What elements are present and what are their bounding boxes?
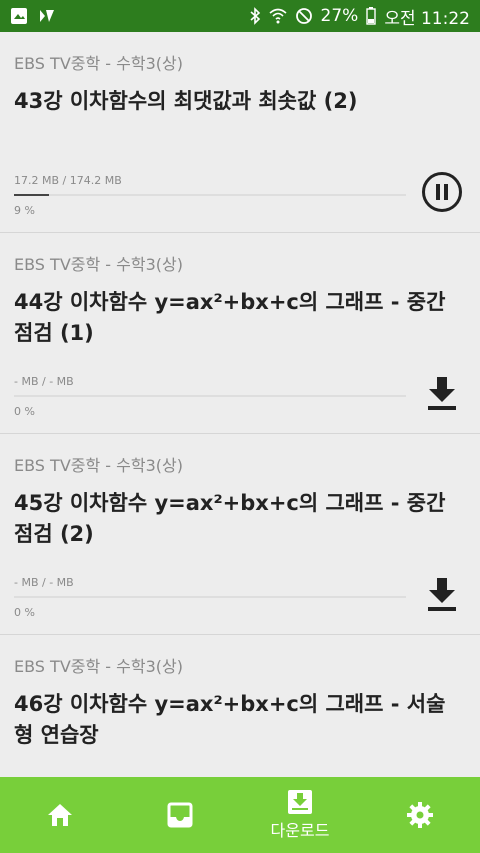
wifi-icon [268,8,287,24]
download-size: 17.2 MB / 174.2 MB [14,174,122,187]
photo-notification-icon [10,7,28,25]
progress-percent: 0 % [14,405,35,418]
download-button[interactable] [420,574,464,618]
list-item[interactable]: EBS TV중학 - 수학3(상) 43강 이차함수의 최댓값과 최솟값 (2)… [0,32,480,233]
bluetooth-icon [249,7,261,25]
settings-gear-icon [406,801,434,829]
status-right: 27% 오전 11:22 [249,4,470,29]
inbox-icon [167,802,193,828]
nav-settings[interactable] [360,777,480,853]
course-name: EBS TV중학 - 수학3(상) [14,657,183,676]
home-icon [46,802,74,828]
progress-bar [14,395,406,397]
pause-icon [421,171,463,217]
progress-percent: 0 % [14,606,35,619]
download-button[interactable] [420,373,464,417]
clock: 오전 11:22 [384,8,470,29]
nav-home[interactable] [0,777,120,853]
nav-inbox[interactable] [120,777,240,853]
nav-downloads-label: 다운로드 [270,821,330,840]
download-icon [426,576,458,616]
download-icon [426,375,458,415]
download-size: - MB / - MB [14,576,74,589]
battery-icon [366,7,377,25]
progress-bar [14,596,406,598]
download-list: EBS TV중학 - 수학3(상) 43강 이차함수의 최댓값과 최솟값 (2)… [0,32,480,779]
pause-button[interactable] [420,172,464,216]
app-notification-icon [38,7,56,25]
download-size: - MB / - MB [14,375,74,388]
battery-percent: 27% [320,6,359,26]
lecture-title: 44강 이차함수 y=ax²+bx+c의 그래프 - 중간점검 (1) [14,290,446,345]
bottom-navigation: 다운로드 [0,777,480,853]
course-name: EBS TV중학 - 수학3(상) [14,255,183,274]
status-left [10,7,56,25]
progress-bar [14,194,406,196]
list-item[interactable]: EBS TV중학 - 수학3(상) 46강 이차함수 y=ax²+bx+c의 그… [0,635,480,779]
nav-downloads[interactable]: 다운로드 [240,777,360,853]
lecture-title: 43강 이차함수의 최댓값과 최솟값 (2) [14,89,358,113]
progress-percent: 9 % [14,204,35,217]
progress-fill [14,194,50,196]
do-not-disturb-icon [295,7,313,25]
lecture-title: 45강 이차함수 y=ax²+bx+c의 그래프 - 중간점검 (2) [14,491,446,546]
list-item[interactable]: EBS TV중학 - 수학3(상) 45강 이차함수 y=ax²+bx+c의 그… [0,434,480,635]
course-name: EBS TV중학 - 수학3(상) [14,54,183,73]
list-item[interactable]: EBS TV중학 - 수학3(상) 44강 이차함수 y=ax²+bx+c의 그… [0,233,480,434]
lecture-title: 46강 이차함수 y=ax²+bx+c의 그래프 - 서술형 연습장 [14,692,446,747]
download-box-icon [287,789,313,815]
status-bar: 27% 오전 11:22 [0,0,480,32]
course-name: EBS TV중학 - 수학3(상) [14,456,183,475]
